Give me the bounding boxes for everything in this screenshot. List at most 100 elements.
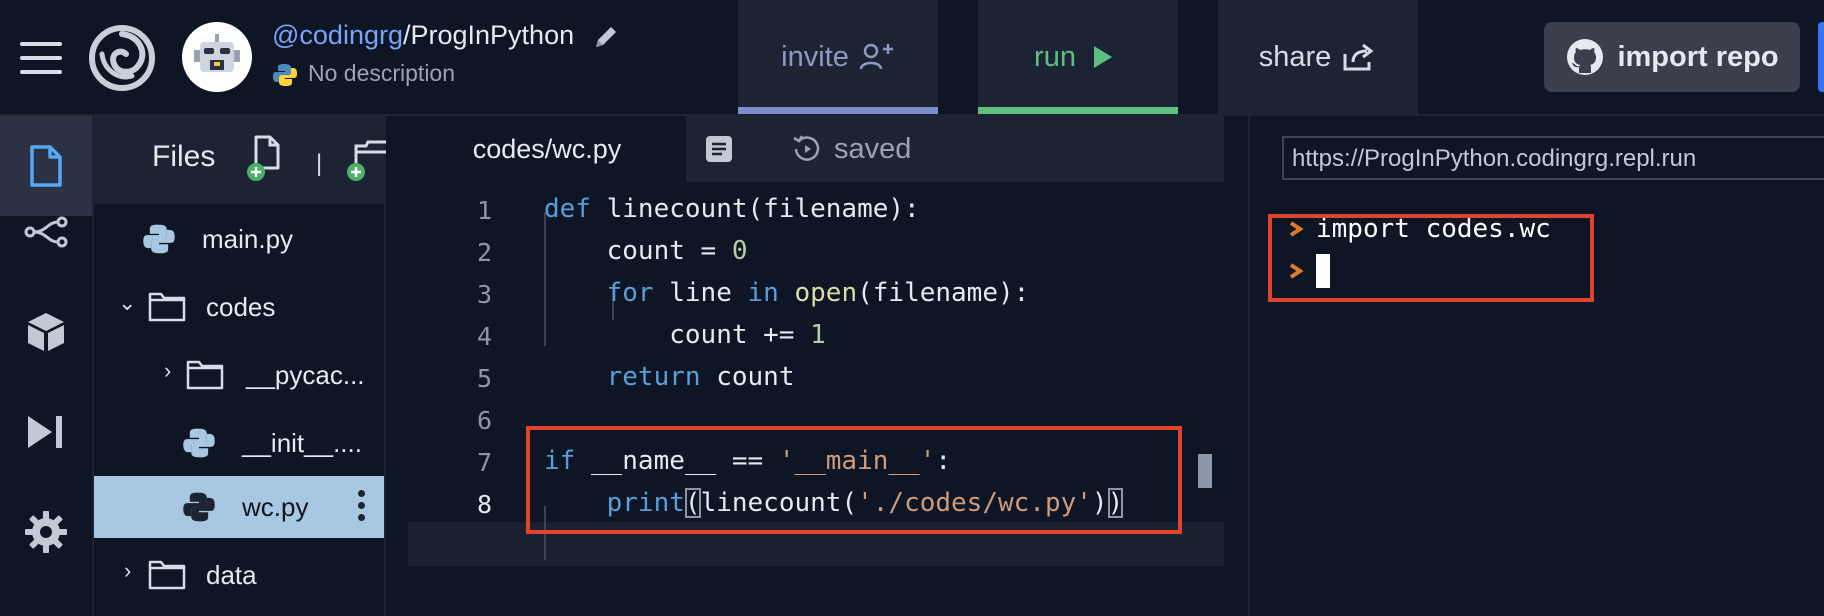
line-number: 6 — [476, 406, 492, 435]
line-number: 8 — [476, 490, 492, 519]
code-token: for — [606, 278, 654, 308]
file-item-init-py[interactable]: __init__.... — [94, 412, 384, 474]
code-line-5: return count — [544, 362, 795, 392]
top-bar: @codingrg/ProgInPython No description in… — [0, 0, 1824, 116]
invite-button[interactable]: invite — [738, 0, 938, 114]
file-name: wc.py — [242, 491, 309, 522]
add-person-icon — [859, 43, 893, 70]
repo-title: @codingrg/ProgInPython — [272, 20, 620, 51]
folder-name: codes — [206, 291, 276, 322]
tab-wc-py[interactable]: codes/wc.py — [408, 116, 686, 182]
repo-separator: / — [402, 20, 411, 50]
code-token: 1 — [810, 320, 826, 350]
line-number: 5 — [476, 364, 492, 393]
share-button[interactable]: share — [1218, 0, 1418, 114]
code-token: def — [544, 194, 591, 224]
folder-name: data — [206, 559, 257, 590]
run-label: run — [1034, 40, 1076, 73]
document-icon[interactable] — [704, 134, 734, 164]
share-icon — [1343, 43, 1374, 71]
play-icon — [1093, 46, 1112, 68]
pencil-icon[interactable] — [592, 23, 620, 51]
file-name: main.py — [202, 223, 294, 254]
save-status: saved — [790, 132, 911, 166]
rail-settings[interactable] — [0, 482, 92, 582]
new-file-icon[interactable] — [246, 134, 288, 182]
files-panel: Files | main.py ⌄ codes › __pycac... __i… — [94, 116, 386, 616]
code-token: count = — [606, 236, 732, 266]
kebab-menu-icon[interactable] — [356, 490, 366, 526]
code-token: in — [747, 278, 779, 308]
code-line-1: def linecount(filename): — [544, 194, 920, 224]
folder-icon — [148, 292, 186, 322]
code-token: line — [653, 278, 748, 308]
github-icon — [1567, 39, 1604, 75]
file-item-main-py[interactable]: main.py — [94, 208, 384, 270]
packages-icon — [28, 313, 64, 351]
line-number: 2 — [476, 238, 492, 267]
rail-version-control[interactable] — [0, 182, 92, 282]
folder-item-data[interactable]: › data — [94, 544, 384, 606]
code-token: open — [794, 278, 858, 308]
invite-accent-bar — [738, 107, 938, 114]
annotation-highlight-console — [1268, 214, 1594, 302]
rail-packages[interactable] — [0, 282, 92, 382]
repo-name: ProgInPython — [410, 20, 575, 50]
code-token: count — [700, 362, 795, 392]
python-icon — [273, 63, 297, 86]
rail-debugger[interactable] — [0, 382, 92, 482]
code-token: linecount(filename): — [590, 194, 920, 224]
repo-owner-link[interactable]: @codingrg — [272, 20, 403, 50]
line-number: 1 — [476, 196, 492, 225]
line-number: 4 — [476, 322, 492, 351]
import-repo-button[interactable]: import repo — [1544, 22, 1800, 92]
repo-description[interactable]: No description — [272, 60, 455, 88]
history-icon — [793, 135, 820, 161]
chevron-down-icon[interactable]: ⌄ — [118, 290, 136, 316]
settings-icon — [25, 511, 67, 553]
folder-name: __pycac... — [246, 359, 365, 390]
url-bar[interactable]: https://ProgInPython.codingrg.repl.run — [1282, 136, 1824, 180]
files-title: Files — [152, 140, 216, 173]
save-status-text: saved — [834, 132, 912, 165]
code-token: return — [606, 362, 701, 392]
chevron-right-icon[interactable]: › — [164, 358, 171, 384]
folder-icon — [148, 560, 186, 590]
code-token: count += — [669, 320, 811, 350]
annotation-highlight-code — [526, 426, 1182, 534]
run-button[interactable]: run — [978, 0, 1178, 114]
folder-item-codes[interactable]: ⌄ codes — [94, 276, 384, 338]
header-divider: | — [316, 150, 323, 177]
debugger-icon — [28, 416, 62, 448]
file-item-wc-py[interactable]: wc.py — [94, 476, 384, 538]
folder-item-pycache[interactable]: › __pycac... — [94, 344, 384, 406]
line-number: 7 — [476, 448, 492, 477]
hamburger-icon[interactable] — [20, 42, 62, 74]
code-line-2: count = 0 — [544, 236, 748, 266]
python-file-icon — [143, 224, 175, 254]
editor-tab-bar: codes/wc.py saved — [408, 116, 1224, 182]
python-file-icon — [183, 428, 215, 458]
chevron-right-icon[interactable]: › — [124, 558, 131, 584]
code-editor: codes/wc.py saved 1 2 3 4 5 6 7 8 def li… — [408, 116, 1224, 616]
folder-icon — [186, 360, 224, 390]
activity-rail — [0, 116, 94, 616]
files-header: Files | — [94, 116, 386, 204]
new-folder-icon[interactable] — [346, 138, 388, 182]
file-name: __init__.... — [242, 427, 362, 458]
offscreen-button-edge[interactable] — [1818, 22, 1824, 92]
editor-scrollbar-thumb[interactable] — [1198, 454, 1212, 488]
share-label: share — [1258, 40, 1332, 73]
avatar[interactable] — [182, 22, 252, 92]
python-file-icon — [183, 492, 215, 522]
replit-logo[interactable] — [88, 24, 156, 92]
editor-body[interactable]: 1 2 3 4 5 6 7 8 def linecount(filename):… — [408, 182, 1224, 616]
description-text: No description — [308, 60, 456, 86]
code-line-4: count += 1 — [544, 320, 826, 350]
run-accent-bar — [978, 107, 1178, 114]
